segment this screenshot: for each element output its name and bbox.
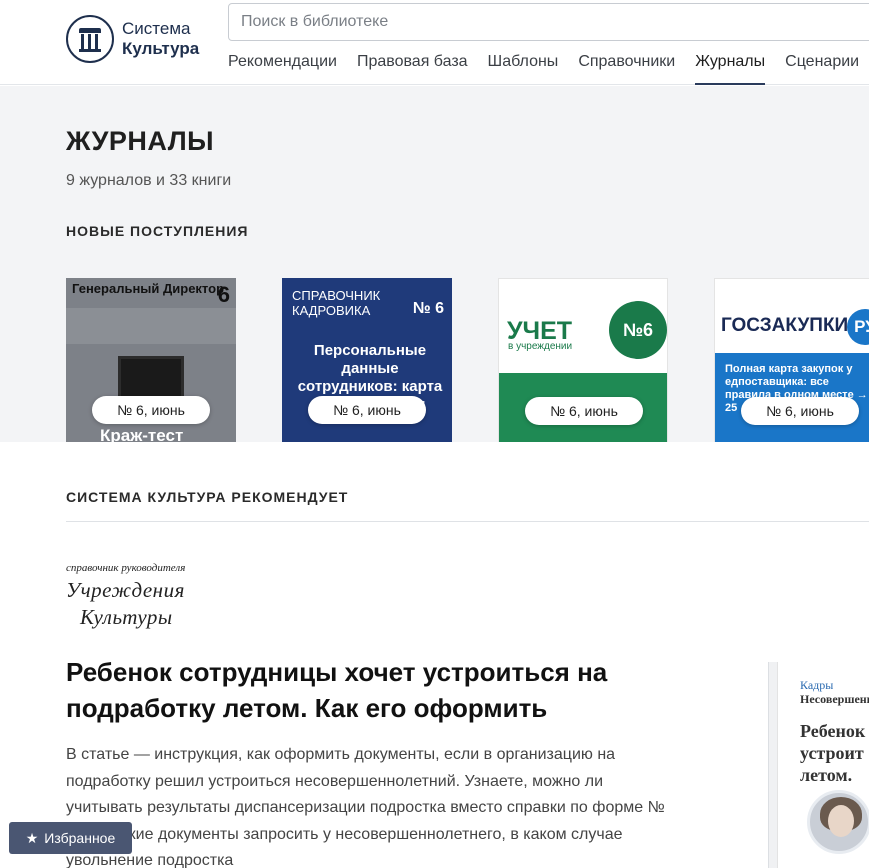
- cover-subtitle: в учреждении: [508, 341, 573, 352]
- page-title: ЖУРНАЛЫ: [66, 126, 215, 156]
- nav-legal-base[interactable]: Правовая база: [357, 53, 468, 85]
- journal-cover[interactable]: СПРАВОЧНИК КАДРОВИКА № 6 Персональные да…: [282, 278, 452, 442]
- cover-headline: Краж-тест: [100, 426, 184, 442]
- preview-title: Ребенок устроит летом.: [800, 721, 866, 785]
- main-nav: Рекомендации Правовая база Шаблоны Справ…: [228, 53, 869, 85]
- logo-line1: Система: [122, 19, 191, 38]
- journals-section: ЖУРНАЛЫ 9 журналов и 33 книги НОВЫЕ ПОСТ…: [0, 86, 869, 442]
- temple-logo-icon: [66, 15, 114, 63]
- cover-number: 6: [217, 282, 230, 307]
- nav-journals[interactable]: Журналы: [695, 53, 766, 85]
- cover-title: СПРАВОЧНИК КАДРОВИКА: [292, 288, 381, 318]
- nav-scenarios[interactable]: Сценарии: [785, 53, 859, 85]
- logo[interactable]: Система Культура: [66, 15, 199, 63]
- author-avatar: [807, 790, 869, 854]
- issue-badge[interactable]: № 6, июнь: [308, 396, 426, 424]
- brand-line1: Учреждения: [66, 578, 185, 602]
- cover-badge: РУ: [847, 309, 869, 345]
- page-subtitle: 9 журналов и 33 книги: [66, 172, 232, 189]
- preview-category: Кадры: [800, 678, 834, 692]
- preview-sub: Несовершенн: [800, 692, 869, 706]
- article-preview[interactable]: Кадры Несовершенн Ребенок устроит летом.: [768, 662, 869, 868]
- cover-number: №6: [609, 301, 667, 359]
- cover-number: № 6: [412, 300, 444, 317]
- favorites-label: Избранное: [44, 830, 116, 846]
- brand-line2: Культуры: [80, 605, 173, 629]
- search-box: [228, 3, 869, 41]
- issue-badge[interactable]: № 6, июнь: [92, 396, 210, 424]
- new-arrivals-title: НОВЫЕ ПОСТУПЛЕНИЯ: [66, 223, 249, 239]
- star-icon: ★: [25, 829, 39, 846]
- site-header: Система Культура Рекомендации Правовая б…: [0, 0, 869, 85]
- search-input[interactable]: [229, 4, 869, 40]
- journal-cover[interactable]: УЧЕТ в учреждении №6 № 6, июнь: [498, 278, 668, 442]
- recommend-title: СИСТЕМА КУЛЬТУРА РЕКОМЕНДУЕТ: [66, 489, 349, 505]
- cover-title: ГОСЗАКУПКИ: [721, 315, 849, 336]
- nav-templates[interactable]: Шаблоны: [488, 53, 559, 85]
- logo-text: Система Культура: [122, 19, 199, 59]
- favorites-button[interactable]: ★ Избранное: [9, 822, 132, 854]
- cover-title: Генеральный Директор: [72, 281, 225, 296]
- brand-logo[interactable]: справочник руководителя Учреждения Культ…: [66, 562, 185, 628]
- article-text: В статье — инструкция, как оформить доку…: [66, 746, 665, 868]
- article-title[interactable]: Ребенок сотрудницы хочет устроиться на п…: [66, 654, 686, 726]
- journal-cover[interactable]: Генеральный Директор 6 Краж-тест № 6, ию…: [66, 278, 236, 442]
- logo-line2: Культура: [122, 39, 200, 58]
- divider: [66, 521, 869, 522]
- issue-badge[interactable]: № 6, июнь: [525, 397, 643, 425]
- brand-small: справочник руководителя: [66, 562, 186, 574]
- journal-cover[interactable]: ГОСЗАКУПКИ РУ Полная карта закупок у едп…: [714, 278, 869, 442]
- issue-badge[interactable]: № 6, июнь: [741, 397, 859, 425]
- nav-recommendations[interactable]: Рекомендации: [228, 53, 337, 85]
- nav-reference[interactable]: Справочники: [578, 53, 675, 85]
